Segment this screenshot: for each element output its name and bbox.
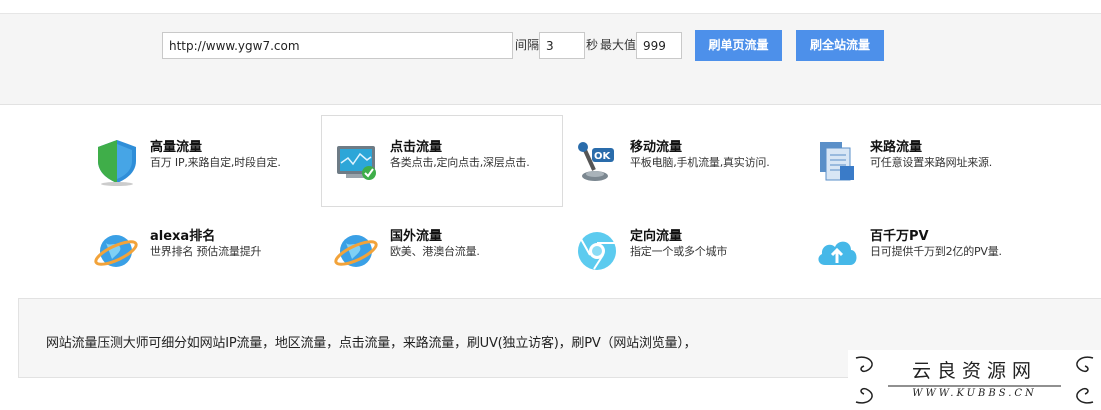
feature-alexa-rank[interactable]: alexa排名 世界排名 预估流量提升 — [81, 204, 321, 294]
watermark-url: WWW.KUBBS.CN — [912, 388, 1037, 399]
feature-title: 来路流量 — [870, 140, 923, 155]
shield-icon — [92, 136, 142, 186]
feature-desc: 平板电脑,手机流量,真实访问. — [630, 156, 770, 169]
feature-title: 百千万PV — [870, 229, 929, 244]
max-label: 最大值 — [600, 38, 637, 52]
svg-text:OK: OK — [594, 151, 612, 162]
feature-title: 点击流量 — [390, 140, 443, 155]
feature-desc: 各类点击,定向点击,深层点击. — [390, 156, 530, 169]
chrome-icon — [572, 225, 622, 275]
feature-title: 高量流量 — [150, 140, 203, 155]
feature-desc: 百万 IP,来路自定,时段自定. — [150, 156, 281, 169]
feature-referrer-traffic[interactable]: 来路流量 可任意设置来路网址来源. — [801, 115, 1041, 205]
max-input[interactable] — [636, 32, 682, 59]
feature-pv-traffic[interactable]: 百千万PV 日可提供千万到2亿的PV量. — [801, 204, 1041, 294]
feature-desc: 世界排名 预估流量提升 — [150, 245, 262, 258]
watermark-logo: 云良资源网 WWW.KUBBS.CN — [848, 350, 1101, 410]
feature-title: 国外流量 — [390, 229, 443, 244]
monitor-check-icon — [332, 136, 382, 186]
info-text: 网站流量压测大师可细分如网站IP流量，地区流量，点击流量，来路流量，刷UV(独立… — [46, 336, 697, 351]
feature-desc: 指定一个或多个城市 — [630, 245, 728, 258]
joystick-icon: OK — [572, 136, 622, 186]
url-input[interactable] — [162, 32, 513, 59]
toolbar — [0, 14, 1101, 105]
feature-click-traffic[interactable]: 点击流量 各类点击,定向点击,深层点击. — [321, 115, 563, 207]
globe-icon — [332, 225, 382, 275]
feature-targeted-traffic[interactable]: 定向流量 指定一个或多个城市 — [561, 204, 801, 294]
feature-overseas-traffic[interactable]: 国外流量 欧美、港澳台流量. — [321, 204, 561, 294]
refresh-whole-site-button[interactable]: 刷全站流量 — [796, 30, 884, 61]
refresh-single-page-button[interactable]: 刷单页流量 — [695, 30, 782, 61]
feature-desc: 日可提供千万到2亿的PV量. — [870, 245, 1002, 258]
feature-title: 定向流量 — [630, 229, 683, 244]
globe-icon — [92, 225, 142, 275]
watermark-name: 云良资源网 — [911, 360, 1037, 382]
feature-high-traffic[interactable]: 高量流量 百万 IP,来路自定,时段自定. — [81, 115, 321, 205]
cloud-upload-icon — [812, 225, 862, 275]
feature-mobile-traffic[interactable]: OK 移动流量 平板电脑,手机流量,真实访问. — [561, 115, 801, 205]
feature-desc: 可任意设置来路网址来源. — [870, 156, 993, 169]
feature-desc: 欧美、港澳台流量. — [390, 245, 480, 258]
seconds-label: 秒 — [586, 38, 599, 52]
feature-title: alexa排名 — [150, 229, 216, 244]
feature-title: 移动流量 — [630, 140, 683, 155]
documents-icon — [812, 136, 862, 186]
interval-input[interactable] — [539, 32, 585, 59]
interval-label: 间隔 — [515, 38, 540, 52]
